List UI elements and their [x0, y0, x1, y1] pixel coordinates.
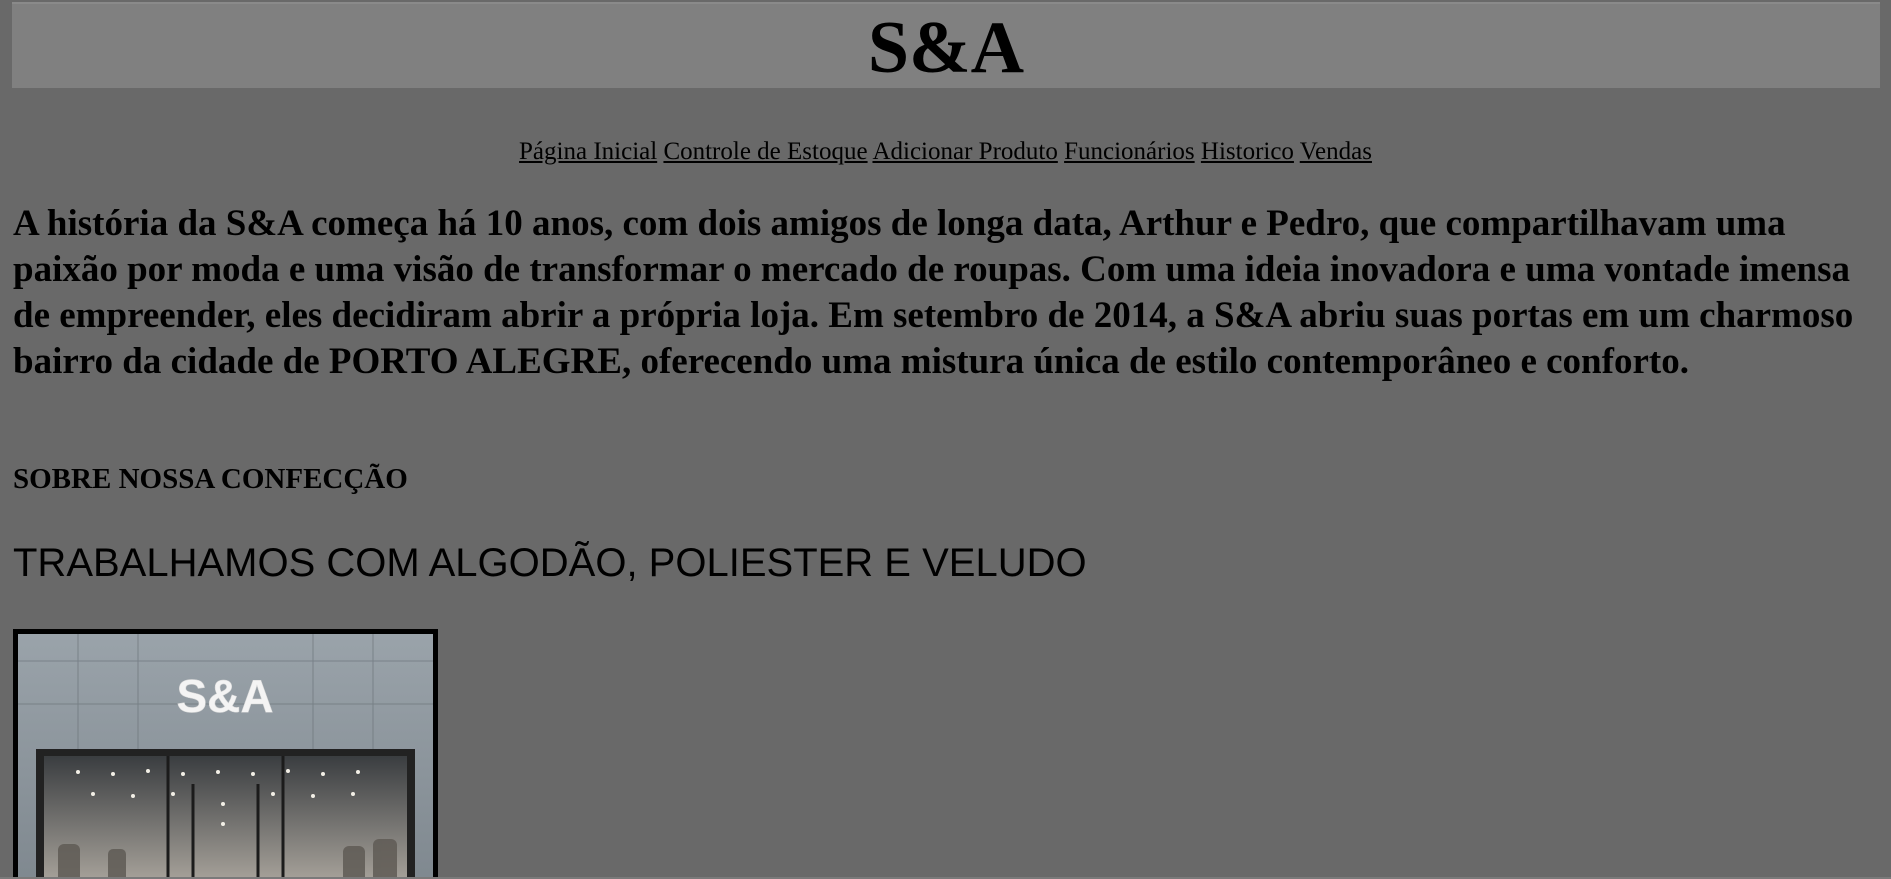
company-history-text: A história da S&A começa há 10 anos, com… — [13, 203, 1854, 382]
store-sign-text: S&A — [176, 670, 273, 722]
about-heading: SOBRE NOSSA CONFECÇÃO — [13, 463, 408, 495]
store-front-illustration: S&A — [18, 634, 433, 879]
nav-link-historico[interactable]: Historico — [1201, 138, 1294, 165]
fabrics-text: TRABALHAMOS COM ALGODÃO, POLIESTER E VEL… — [13, 541, 1087, 585]
nav-link-pagina-inicial[interactable]: Página Inicial — [519, 138, 657, 165]
store-front-image: S&A — [13, 629, 438, 879]
nav-link-vendas[interactable]: Vendas — [1300, 138, 1372, 165]
nav-link-adicionar-produto[interactable]: Adicionar Produto — [872, 138, 1057, 165]
site-title: S&A — [867, 7, 1025, 89]
main-nav: Página Inicial Controle de Estoque Adici… — [0, 137, 1891, 167]
nav-link-funcionarios[interactable]: Funcionários — [1064, 138, 1195, 165]
site-header: S&A — [12, 2, 1880, 88]
nav-link-controle-de-estoque[interactable]: Controle de Estoque — [663, 138, 867, 165]
